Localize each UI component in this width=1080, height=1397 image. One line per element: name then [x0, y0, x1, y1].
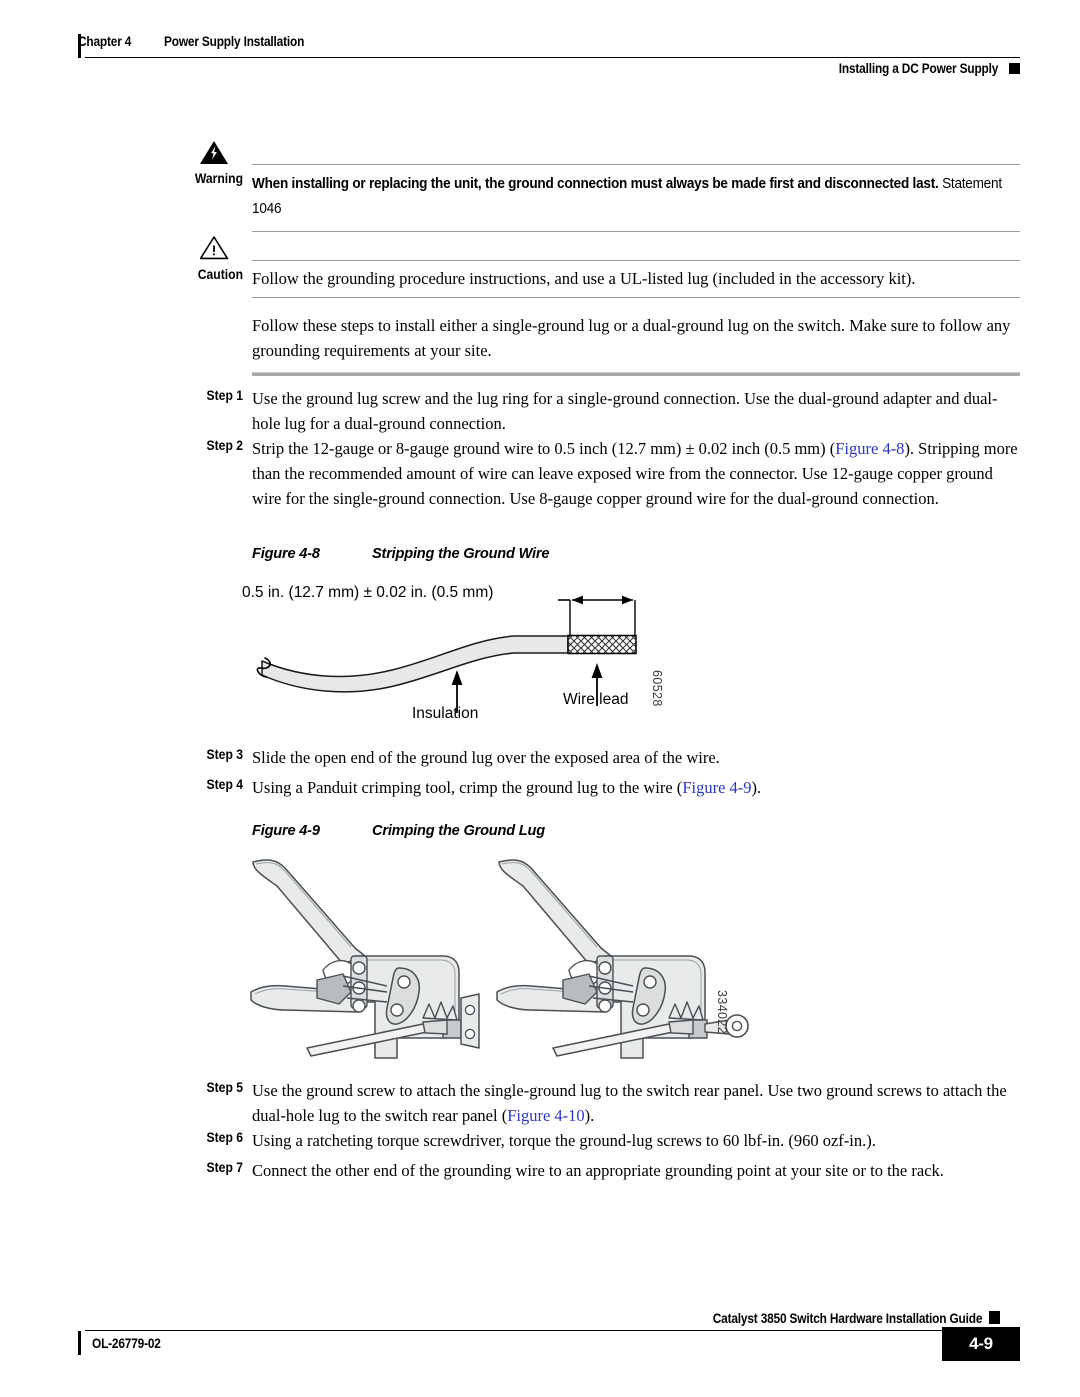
- step-4-text: Using a Panduit crimping tool, crimp the…: [252, 778, 762, 797]
- warning-label: Warning: [194, 171, 243, 186]
- intro-paragraph: Follow these steps to install either a s…: [252, 316, 1011, 360]
- figure-cross-reference-link[interactable]: Figure 4-9: [682, 778, 751, 797]
- figure-4-8-artwork: 0.5 in. (12.7 mm) ± 0.02 in. (0.5 mm) In…: [242, 578, 682, 738]
- header-chapter-title: Power Supply Installation: [164, 34, 305, 49]
- warning-rule-bottom: [252, 231, 1020, 232]
- figure-4-9-artwork: 334022: [245, 852, 765, 1067]
- warning-text-bold: When installing or replacing the unit, t…: [252, 176, 939, 192]
- step-3-label: Step 3: [206, 747, 243, 762]
- figure-4-8-caption: Figure 4-8 Stripping the Ground Wire: [252, 546, 549, 562]
- header-section-group: Installing a DC Power Supply: [817, 57, 1020, 79]
- warning-lightning-triangle-icon: [185, 140, 243, 165]
- figure-4-8-id: 60528: [650, 670, 664, 707]
- header-chapter-number: Chapter 4: [78, 34, 132, 49]
- figure-4-8-title: Stripping the Ground Wire: [372, 546, 550, 562]
- footer-tick-mark: [78, 1331, 81, 1355]
- step-6-text: Using a ratcheting torque screwdriver, t…: [252, 1131, 876, 1150]
- step-5-text: Use the ground screw to attach the singl…: [252, 1081, 1007, 1125]
- footer-guide-title: Catalyst 3850 Switch Hardware Installati…: [712, 1311, 982, 1326]
- warning-body: When installing or replacing the unit, t…: [252, 164, 1020, 232]
- step-7-label: Step 7: [206, 1160, 243, 1175]
- step-1-label: Step 1: [206, 388, 243, 403]
- step-2-text: Strip the 12-gauge or 8-gauge ground wir…: [252, 439, 1018, 508]
- footer-document-id: OL-26779-02: [92, 1336, 161, 1351]
- figure-4-8-callout-insulation: Insulation: [412, 705, 479, 722]
- figure-cross-reference-link[interactable]: Figure 4-8: [835, 439, 904, 458]
- figure-4-8-callout-wire-lead: Wire lead: [563, 691, 629, 708]
- caution-label: Caution: [197, 267, 243, 282]
- figure-4-9-number: Figure 4-9: [252, 823, 320, 839]
- step-2-label: Step 2: [206, 438, 243, 453]
- caution-exclamation-triangle-icon: [185, 235, 243, 260]
- footer-divider: [85, 1330, 975, 1331]
- crimp-tool-left: [250, 859, 480, 1059]
- step-6-label: Step 6: [206, 1130, 243, 1145]
- figure-cross-reference-link[interactable]: Figure 4-10: [507, 1106, 584, 1125]
- figure-4-9-caption: Figure 4-9 Crimping the Ground Lug: [252, 823, 545, 839]
- footer-square-marker: [989, 1311, 1000, 1324]
- crimp-tool-right: [496, 859, 749, 1059]
- step-5-label: Step 5: [206, 1080, 243, 1095]
- header-breadcrumb: Chapter 4 Power Supply Installation: [78, 34, 324, 49]
- footer-page-number: 4-9: [942, 1327, 1020, 1361]
- caution-rule-bottom: [252, 297, 1020, 298]
- header-section-title: Installing a DC Power Supply: [838, 60, 999, 76]
- step-3-text: Slide the open end of the ground lug ove…: [252, 748, 720, 767]
- figure-4-9-id: 334022: [715, 990, 729, 1035]
- figure-4-9-title: Crimping the Ground Lug: [372, 823, 545, 839]
- caution-text: Follow the grounding procedure instructi…: [252, 269, 916, 288]
- step-1-text: Use the ground lug screw and the lug rin…: [252, 389, 998, 433]
- page-header: Chapter 4 Power Supply Installation Inst…: [0, 0, 1080, 85]
- figure-4-8-number: Figure 4-8: [252, 546, 320, 562]
- figure-4-8-dimension-label: 0.5 in. (12.7 mm) ± 0.02 in. (0.5 mm): [242, 584, 494, 601]
- warning-text: When installing or replacing the unit, t…: [252, 165, 1019, 231]
- caution-body: Follow the grounding procedure instructi…: [252, 260, 1020, 298]
- header-square-marker: [1009, 62, 1020, 74]
- steps-separator-rule: [252, 372, 1020, 376]
- step-7-text: Connect the other end of the grounding w…: [252, 1161, 944, 1180]
- crimping-tool-diagram: [250, 859, 749, 1059]
- step-4-label: Step 4: [206, 777, 243, 792]
